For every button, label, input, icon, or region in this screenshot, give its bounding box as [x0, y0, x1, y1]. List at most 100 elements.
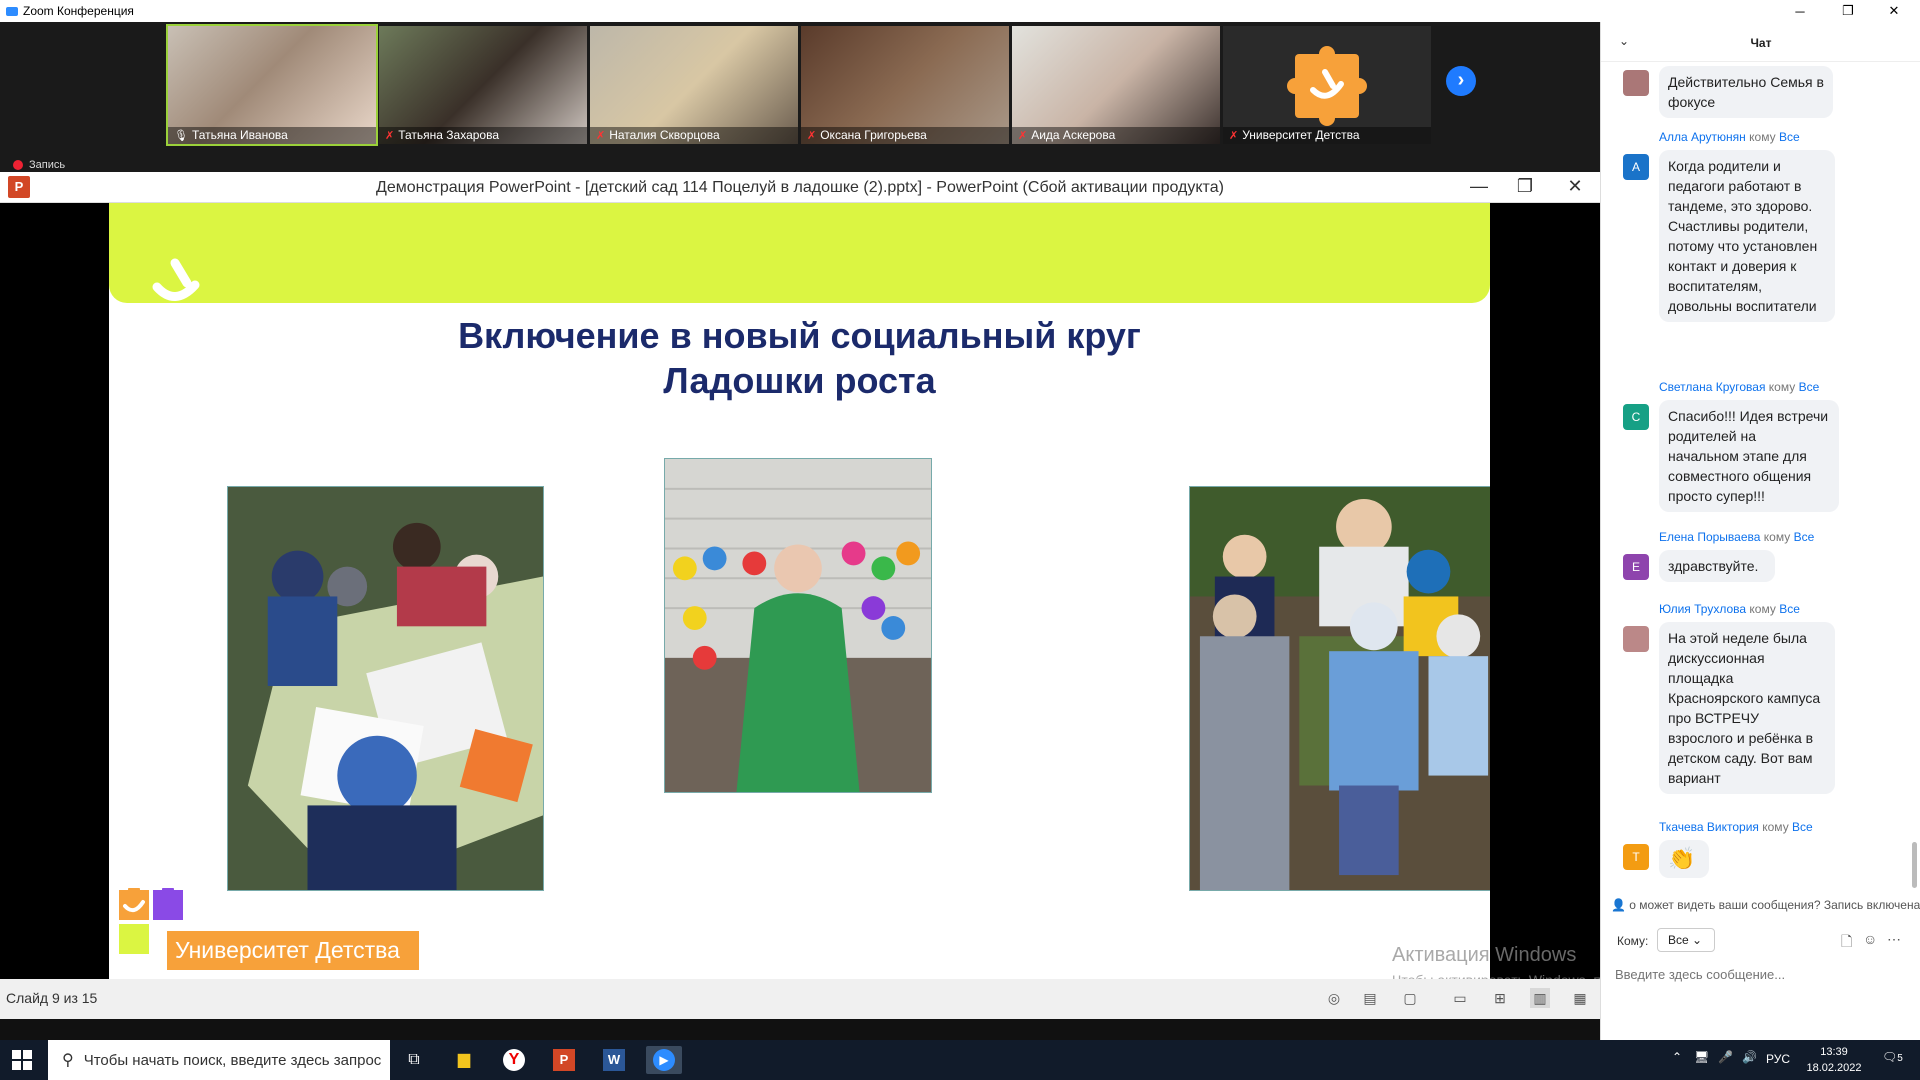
slide[interactable]: Включение в новый социальный круг Ладошк…: [109, 203, 1490, 979]
avatar: С: [1623, 404, 1649, 430]
search-icon: ⚲: [62, 1052, 74, 1069]
tray-chevron-icon[interactable]: ⌃: [1672, 1050, 1682, 1064]
slide-banner: [109, 203, 1490, 303]
slide-photo: [1189, 486, 1490, 891]
clock-time: 13:39: [1820, 1046, 1848, 1058]
notes-icon[interactable]: ▤: [1360, 988, 1380, 1008]
taskbar-search[interactable]: ⚲ Чтобы начать поиск, введите здесь запр…: [48, 1040, 390, 1080]
avatar: [1623, 626, 1649, 652]
participant-tile[interactable]: 🎙 Татьяна Иванова: [166, 24, 378, 146]
windows-taskbar: ⚲ Чтобы начать поиск, введите здесь запр…: [0, 1040, 1920, 1080]
message-header: Алла Арутюнян кому Все: [1659, 130, 1800, 144]
slide-counter: Слайд 9 из 15: [6, 990, 98, 1006]
slide-photo: [664, 458, 932, 793]
avatar: [1623, 70, 1649, 96]
participant-tile[interactable]: ✗ Оксана Григорьева: [801, 26, 1009, 144]
file-explorer-icon[interactable]: ▆: [446, 1046, 482, 1074]
message-header: Юлия Трухлова кому Все: [1659, 602, 1800, 616]
activation-watermark: Активация Windows: [1392, 944, 1577, 966]
record-icon: [13, 160, 23, 170]
reading-view-icon[interactable]: ▥: [1530, 988, 1550, 1008]
participant-gallery: 🎙 Татьяна Иванова ✗ Татьяна Захарова ✗ Ната…: [0, 22, 1600, 172]
message-text: 👏: [1659, 840, 1709, 878]
participant-name: ✗ Татьяна Захарова: [379, 127, 587, 144]
task-view-icon[interactable]: ⧉: [396, 1046, 432, 1074]
participant-tile[interactable]: ✗ Татьяна Захарова: [379, 26, 587, 144]
message-text: Спасибо!!! Идея встречи родителей на нач…: [1659, 400, 1839, 512]
slide-title: Включение в новый социальный круг: [458, 315, 1141, 356]
message-text: здравствуйте.: [1659, 550, 1775, 582]
chat-panel: ⌄ Чат Действительно Семья в фокусе Алла …: [1600, 22, 1920, 1040]
clock-date: 18.02.2022: [1806, 1062, 1862, 1074]
slide-photo: [227, 486, 544, 891]
minimize-button[interactable]: ─: [1780, 0, 1820, 22]
slideshow-icon[interactable]: ▦: [1570, 988, 1590, 1008]
participant-name: ✗ Оксана Григорьева: [801, 127, 1009, 144]
file-icon[interactable]: 🗋: [1841, 931, 1852, 955]
recording-indicator: Запись: [13, 159, 65, 171]
banner-logo-icon: [152, 258, 200, 301]
network-icon[interactable]: 🖥: [1694, 1050, 1709, 1064]
avatar: А: [1623, 154, 1649, 180]
zoom-titlebar: Zoom Конференция ─ ❐ ✕: [0, 0, 1920, 22]
pp-minimize-button[interactable]: —: [1464, 176, 1494, 197]
microphone-tray-icon[interactable]: 🎤: [1718, 1050, 1733, 1064]
zoom-logo-icon: [6, 6, 18, 16]
participant-name: ✗ Наталия Скворцова: [590, 127, 798, 144]
person-icon: 👤: [1611, 898, 1626, 912]
message-header: Елена Порываева кому Все: [1659, 530, 1815, 544]
slideshow-statusbar: Слайд 9 из 15 ◎ ▤ ▢ ▭ ⊞ ▥ ▦: [0, 979, 1600, 1019]
emoji-icon[interactable]: ☺: [1863, 931, 1877, 947]
accessibility-icon[interactable]: ◎: [1324, 988, 1344, 1008]
chat-message-input[interactable]: [1615, 960, 1911, 988]
notifications-icon[interactable]: 🗨5: [1882, 1050, 1903, 1064]
zoom-footer-gap: [0, 1019, 1600, 1040]
zoom-taskbar-icon[interactable]: ▶: [646, 1046, 682, 1074]
more-icon[interactable]: ⋯: [1887, 931, 1901, 948]
recording-label: Запись: [29, 159, 66, 171]
pp-restore-button[interactable]: ❐: [1510, 176, 1540, 197]
muted-mic-icon: ✗: [807, 130, 817, 142]
windows-start-icon[interactable]: [12, 1050, 32, 1070]
pp-close-button[interactable]: ✕: [1560, 176, 1590, 197]
word-taskbar-icon[interactable]: W: [596, 1046, 632, 1074]
clock[interactable]: 13:39 18.02.2022: [1794, 1044, 1874, 1076]
close-button[interactable]: ✕: [1874, 0, 1914, 22]
powerpoint-titlebar: P Демонстрация PowerPoint - [детский сад…: [0, 172, 1600, 203]
chat-title: Чат: [1750, 36, 1772, 50]
yandex-browser-icon[interactable]: Y: [496, 1046, 532, 1074]
message-text: Когда родители и педагоги работают в тан…: [1659, 150, 1835, 322]
recipient-select[interactable]: Все ⌄: [1657, 928, 1715, 952]
microphone-icon: 🎙: [174, 130, 188, 142]
language-indicator[interactable]: РУС: [1766, 1052, 1790, 1066]
powerpoint-title: Демонстрация PowerPoint - [детский сад 1…: [376, 179, 1224, 196]
message-header: Ткачева Виктория кому Все: [1659, 820, 1813, 834]
university-logo-text: Университет Детства: [167, 931, 419, 970]
muted-mic-icon: ✗: [1018, 130, 1028, 142]
participant-tile[interactable]: ✗ Университет Детства: [1223, 26, 1431, 144]
message-header: Светлана Круговая кому Все: [1659, 380, 1820, 394]
search-placeholder: Чтобы начать поиск, введите здесь запрос: [83, 1051, 382, 1069]
to-label: Кому:: [1617, 934, 1649, 948]
restore-button[interactable]: ❐: [1828, 0, 1868, 22]
powerpoint-taskbar-icon[interactable]: P: [546, 1046, 582, 1074]
participant-tile[interactable]: ✗ Аида Аскерова: [1012, 26, 1220, 144]
participant-tile[interactable]: ✗ Наталия Скворцова: [590, 26, 798, 144]
muted-mic-icon: ✗: [385, 130, 395, 142]
comments-icon[interactable]: ▢: [1400, 988, 1420, 1008]
slide-sorter-icon[interactable]: ⊞: [1490, 988, 1510, 1008]
avatar: Т: [1623, 844, 1649, 870]
university-logo-icon: [1287, 46, 1367, 126]
message-text: На этой неделе была дискуссионная площад…: [1659, 622, 1835, 794]
chat-scrollbar[interactable]: [1912, 842, 1917, 888]
slide-subtitle: Ладошки роста: [663, 360, 936, 401]
slide-area: Включение в новый социальный круг Ладошк…: [0, 203, 1600, 979]
screen: Zoom Конференция ─ ❐ ✕ 🎙 Татьяна Иванова …: [0, 0, 1920, 1080]
gallery-next-button[interactable]: ›: [1446, 66, 1476, 96]
participant-name: ✗ Аида Аскерова: [1012, 127, 1220, 144]
chat-privacy-notice[interactable]: 👤 о может видеть ваши сообщения? Запись …: [1611, 898, 1920, 918]
normal-view-icon[interactable]: ▭: [1450, 988, 1470, 1008]
chat-header: ⌄ Чат: [1601, 22, 1920, 62]
volume-icon[interactable]: 🔊: [1742, 1050, 1757, 1064]
muted-mic-icon: ✗: [596, 130, 606, 142]
